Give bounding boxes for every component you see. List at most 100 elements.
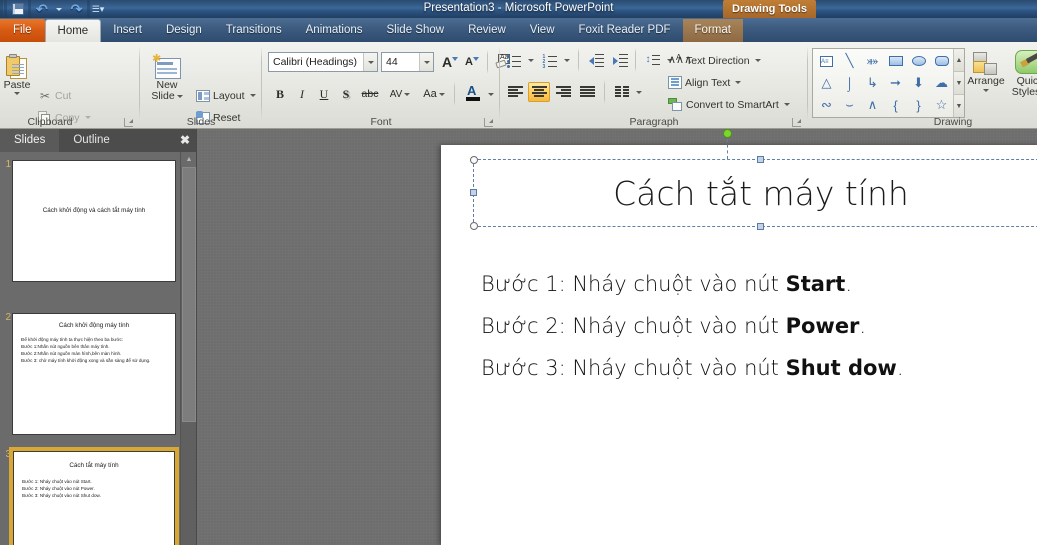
thumbnail-slide-2[interactable]: Cách khởi động máy tính Để khởi động máy… <box>12 313 176 435</box>
shape-curve[interactable]: ⌣ <box>838 94 861 116</box>
text-shadow-button[interactable]: S <box>336 84 356 104</box>
paste-dropdown-icon[interactable] <box>14 92 20 95</box>
save-icon[interactable] <box>8 1 27 18</box>
align-center-button[interactable] <box>528 82 550 102</box>
shape-cloud[interactable]: ☁ <box>930 72 953 94</box>
italic-button[interactable]: I <box>292 84 312 104</box>
shape-oval[interactable] <box>907 50 930 72</box>
columns-dropdown-icon[interactable] <box>633 82 645 102</box>
font-size-combobox[interactable]: 44 <box>381 52 434 72</box>
resize-handle-top-left[interactable] <box>470 156 478 164</box>
title-placeholder[interactable]: Cách tắt máy tính <box>473 159 1037 227</box>
shape-elbow-arrow[interactable]: ↳ <box>861 72 884 94</box>
shape-right-brace[interactable]: } <box>907 94 930 116</box>
shape-rounded-rectangle[interactable] <box>930 50 953 72</box>
underline-button[interactable]: U <box>314 84 334 104</box>
scroll-up-icon[interactable]: ▲ <box>181 152 197 167</box>
numbering-button[interactable]: 1 2 3 <box>540 50 560 70</box>
font-name-combobox[interactable]: Calibri (Headings) <box>268 52 378 72</box>
tab-home[interactable]: Home <box>45 19 102 42</box>
bullets-button[interactable] <box>504 50 524 70</box>
font-color-dropdown-icon[interactable] <box>485 83 497 105</box>
panel-tab-outline[interactable]: Outline <box>59 129 123 152</box>
character-spacing-button[interactable]: AV <box>385 84 415 104</box>
cut-button[interactable]: ✂ Cut <box>38 87 71 104</box>
change-case-button[interactable]: Aa <box>419 84 449 104</box>
shape-rectangle[interactable] <box>884 50 907 72</box>
thumbnail-item-1[interactable]: 1 Cách khởi động và cách tắt máy tính <box>0 157 180 285</box>
shape-triangle[interactable]: △ <box>815 72 838 94</box>
align-text-button[interactable]: Align Text <box>668 74 741 91</box>
arrange-button[interactable]: Arrange <box>958 52 1014 92</box>
close-icon[interactable]: ✖ <box>176 131 194 149</box>
shape-line[interactable]: ╲ <box>838 50 861 72</box>
tab-format[interactable]: Format <box>683 19 743 42</box>
text-direction-button[interactable]: ∧∧∧ A Text Direction <box>668 52 761 69</box>
justify-button[interactable] <box>576 82 598 102</box>
grow-font-button[interactable]: A <box>440 52 460 72</box>
arrange-dropdown-icon[interactable] <box>983 89 989 92</box>
customize-qat-icon[interactable]: ☰▾ <box>91 1 105 18</box>
shrink-font-button[interactable]: A <box>462 52 482 72</box>
slide-body[interactable]: Bước 1: Nháy chuột vào nút Start. Bước 2… <box>481 263 1011 389</box>
shape-text-box[interactable]: A≡ <box>815 50 838 72</box>
shape-left-brace[interactable]: { <box>884 94 907 116</box>
strikethrough-button[interactable]: abc <box>358 84 382 104</box>
shapes-gallery[interactable]: A≡ ╲ ⤘ △ ⌡ ↳ ➞ ⬇ ☁ ∾ ⌣ ∧ { } <box>812 48 965 118</box>
gallery-more-icon[interactable]: ▼ <box>954 95 964 117</box>
paste-button[interactable]: Paste <box>0 54 40 95</box>
shape-down-arrow[interactable]: ⬇ <box>907 72 930 94</box>
undo-icon[interactable]: ↷ <box>32 1 51 18</box>
shape-arrow[interactable]: ⤘ <box>861 50 884 72</box>
tab-design[interactable]: Design <box>154 19 214 42</box>
new-slide-dropdown-icon[interactable] <box>177 95 183 98</box>
slides-panel-scrollbar[interactable]: ▲ <box>180 152 196 545</box>
panel-tab-slides[interactable]: Slides <box>0 129 59 152</box>
text-direction-dropdown-icon[interactable] <box>755 59 761 62</box>
tab-animations[interactable]: Animations <box>294 19 375 42</box>
layout-dropdown-icon[interactable] <box>250 94 256 97</box>
tab-transitions[interactable]: Transitions <box>214 19 294 42</box>
shape-star[interactable]: ☆ <box>930 94 953 116</box>
new-slide-button[interactable]: ✱ New Slide <box>144 54 190 102</box>
tab-review[interactable]: Review <box>456 19 518 42</box>
shape-right-arrow[interactable]: ➞ <box>884 72 907 94</box>
quick-styles-button[interactable]: Quick Styles <box>1007 50 1037 98</box>
undo-dropdown-icon[interactable] <box>52 1 66 18</box>
smartart-dropdown-icon[interactable] <box>784 103 790 106</box>
align-text-dropdown-icon[interactable] <box>735 81 741 84</box>
font-color-button[interactable]: A <box>462 83 484 105</box>
align-right-button[interactable] <box>552 82 574 102</box>
thumbnail-item-3[interactable]: 3 Cách tắt máy tính Bước 1: Nháy chuột v… <box>0 447 180 545</box>
tab-file[interactable]: File <box>0 19 45 42</box>
layout-button[interactable]: Layout <box>196 87 256 104</box>
paragraph-dialog-launcher[interactable] <box>792 118 801 127</box>
tab-foxit-reader-pdf[interactable]: Foxit Reader PDF <box>567 19 683 42</box>
resize-handle-bottom-left[interactable] <box>470 222 478 230</box>
bullets-dropdown-icon[interactable] <box>525 50 537 70</box>
resize-handle-middle-left[interactable] <box>470 189 477 196</box>
slides-thumbnail-list[interactable]: 1 Cách khởi động và cách tắt máy tính 2 … <box>0 152 196 545</box>
thumbnail-slide-1[interactable]: Cách khởi động và cách tắt máy tính <box>12 160 176 282</box>
clipboard-dialog-launcher[interactable] <box>124 118 133 127</box>
convert-to-smartart-button[interactable]: Convert to SmartArt <box>668 96 790 113</box>
align-left-button[interactable] <box>504 82 526 102</box>
scrollbar-thumb[interactable] <box>182 167 196 422</box>
shape-scribble[interactable]: ∾ <box>815 94 838 116</box>
font-size-dropdown-icon[interactable] <box>419 53 433 71</box>
rotate-handle[interactable] <box>723 129 732 138</box>
redo-icon[interactable]: ↷ <box>67 1 86 18</box>
shape-arc[interactable]: ∧ <box>861 94 884 116</box>
tab-slide-show[interactable]: Slide Show <box>375 19 457 42</box>
line-spacing-button[interactable]: ↕ <box>643 50 663 70</box>
thumbnail-slide-3[interactable]: Cách tắt máy tính Bước 1: Nháy chuột vào… <box>13 451 175 545</box>
slide-canvas[interactable]: Cách tắt máy tính Bước 1: Nháy chuột vào… <box>441 145 1037 545</box>
columns-button[interactable] <box>612 82 632 102</box>
numbering-dropdown-icon[interactable] <box>561 50 573 70</box>
increase-indent-button[interactable] <box>610 50 630 70</box>
resize-handle-top-center[interactable] <box>757 156 764 163</box>
tab-view[interactable]: View <box>518 19 567 42</box>
shape-elbow-connector[interactable]: ⌡ <box>838 72 861 94</box>
font-name-dropdown-icon[interactable] <box>363 53 377 71</box>
thumbnail-item-2[interactable]: 2 Cách khởi động máy tính Để khởi động m… <box>0 310 180 438</box>
